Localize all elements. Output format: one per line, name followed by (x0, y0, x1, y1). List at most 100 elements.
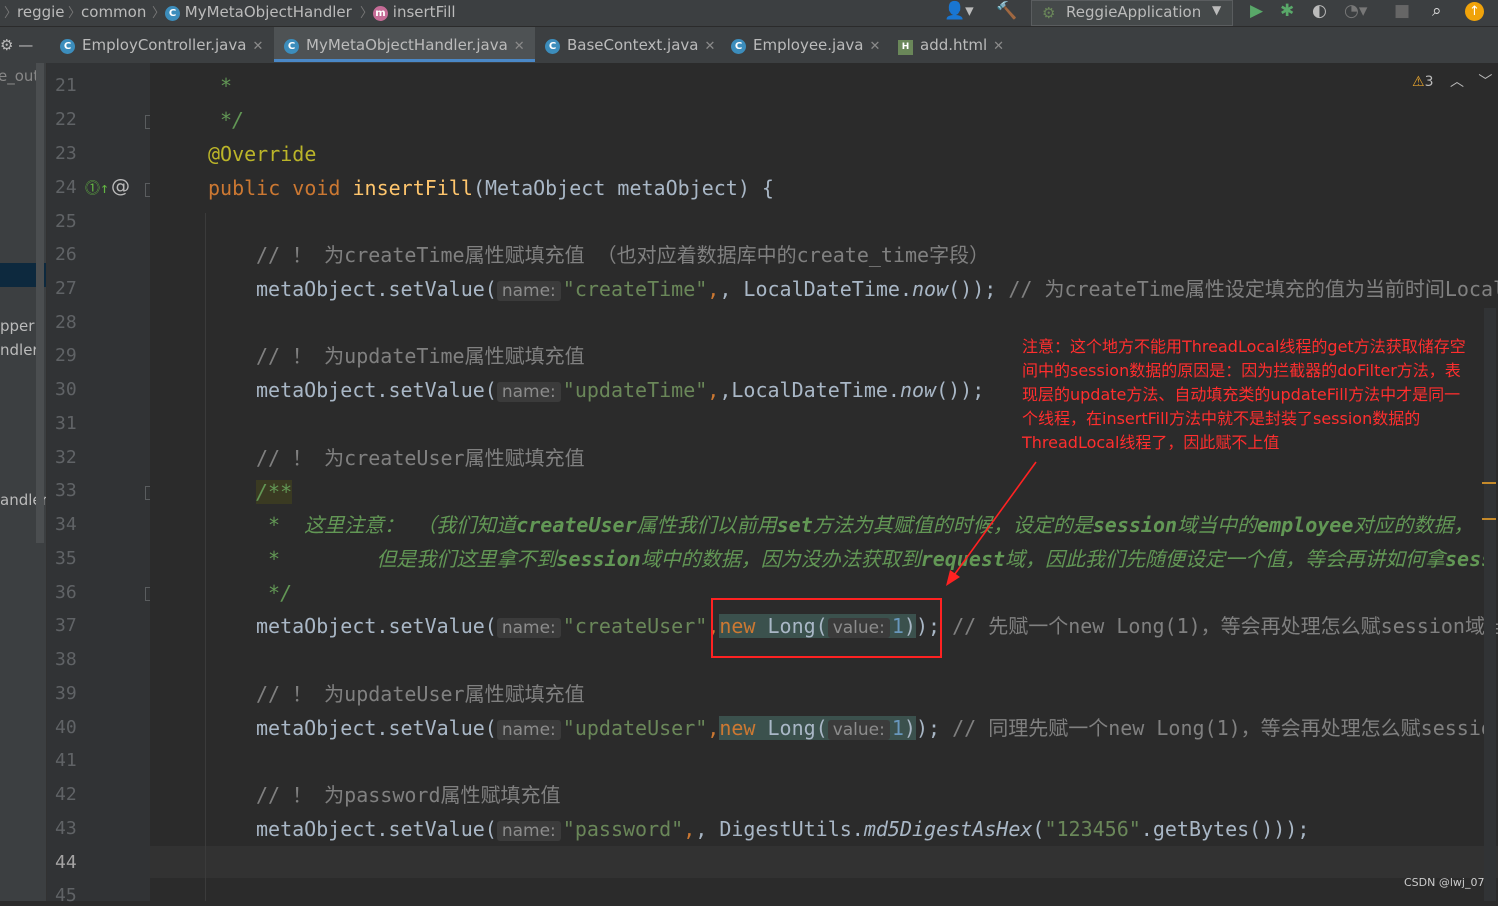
annotation-note: 注意：这个地方不能用ThreadLocal线程的get方法获取储存空 间中的se… (1022, 337, 1466, 452)
coverage-icon[interactable]: ◐ (1312, 1, 1327, 21)
debug-icon[interactable]: ✱ (1280, 1, 1294, 21)
line-number: 29 (55, 345, 77, 366)
class-icon: C (165, 6, 181, 21)
chevron-down-icon[interactable]: ﹀ (1478, 74, 1492, 90)
tab-label: add.html (920, 36, 988, 54)
tab-employ-controller[interactable]: C EmployController.java ✕ (60, 27, 263, 62)
code-line-26: // ！ 为createTime属性赋填充值 （也对应着数据库中的create_… (256, 243, 990, 267)
tab-employee[interactable]: C Employee.java ✕ (731, 27, 880, 62)
line-number: 31 (55, 413, 77, 434)
tab-label: BaseContext.java (567, 36, 699, 54)
highlight-box (711, 598, 942, 658)
code-line-21: * (220, 74, 233, 98)
class-icon: C (284, 39, 299, 54)
code-line-36: */ (256, 581, 293, 605)
class-icon: C (60, 39, 75, 54)
watermark: CSDN @lwj_07 (1404, 876, 1485, 889)
line-number: 25 (55, 211, 77, 232)
current-line-highlight (150, 846, 1498, 878)
profile-icon[interactable]: ◔▾ (1344, 1, 1367, 21)
close-icon[interactable]: ✕ (704, 39, 715, 54)
line-number: 42 (55, 784, 77, 805)
line-number: 35 (55, 548, 77, 569)
code-line-30: metaObject.setValue(name: "updateTime",,L… (256, 378, 985, 402)
html-file-icon: H (898, 40, 913, 55)
tab-base-context[interactable]: C BaseContext.java ✕ (545, 27, 715, 62)
tab-label: Employee.java (753, 36, 864, 54)
update-icon[interactable]: ↑ (1465, 2, 1484, 21)
method-icon: m (373, 6, 389, 21)
line-number: 28 (55, 312, 77, 333)
code-line-33: /** (256, 480, 293, 504)
close-icon[interactable]: ✕ (870, 39, 881, 54)
editor-tab-bar: ⚙ — C EmployController.java ✕ C MyMetaObjec… (0, 27, 1498, 64)
line-number: 27 (55, 278, 77, 299)
code-line-32: // ！ 为createUser属性赋填充值 (256, 446, 585, 470)
close-icon[interactable]: ✕ (252, 39, 263, 54)
warning-icon: ⚠ (1412, 74, 1425, 90)
user-icon[interactable]: 👤▾ (944, 1, 974, 21)
override-at-icon[interactable]: @ (111, 175, 130, 197)
line-number: 36 (55, 582, 77, 603)
breadcrumb-project[interactable]: 〉reggie (4, 2, 65, 21)
tab-label: EmployController.java (82, 36, 247, 54)
line-number: 23 (55, 143, 77, 164)
indent-guide (205, 213, 206, 901)
close-icon[interactable]: ✕ (993, 39, 1004, 54)
warning-stripe-marker[interactable] (1482, 518, 1496, 520)
implements-method-icon[interactable]: ⓵↑ (85, 177, 109, 198)
code-line-24: public void insertFill(MetaObject metaOb… (208, 176, 774, 200)
breadcrumb-package[interactable]: 〉common (68, 2, 146, 21)
tree-item[interactable]: ndler (0, 341, 39, 359)
code-line-42: // ！ 为password属性赋填充值 (256, 783, 561, 807)
class-icon: C (545, 39, 560, 54)
navigation-bar: 〉reggie 〉common 〉 C MyMetaObjectHandler 〉… (0, 0, 1498, 27)
stop-icon[interactable]: ■ (1394, 1, 1410, 21)
run-config-label: ReggieApplication (1066, 3, 1202, 21)
class-icon: C (731, 39, 746, 54)
code-line-35: * 但是我们这里拿不到session域中的数据，因为没办法获取到request域… (256, 547, 1494, 571)
line-number-current: 44 (55, 852, 77, 873)
code-line-34: * 这里注意： （我们知道createUser属性我们以前用set方法为其赋值的… (256, 513, 1474, 537)
chevron-up-icon[interactable]: ︿ (1450, 74, 1464, 90)
code-line-22: */ (220, 108, 245, 132)
code-line-29: // ！ 为updateTime属性赋填充值 (256, 344, 585, 368)
line-number: 40 (55, 717, 77, 738)
warning-count: 3 (1424, 74, 1434, 90)
inspection-widget[interactable]: ⚠3 ︿ ﹀ (1412, 71, 1492, 91)
spring-icon: ⚙ (1042, 4, 1056, 22)
tree-item[interactable]: pper (0, 317, 34, 335)
tree-item[interactable]: e_out (0, 67, 39, 85)
tab-label: MyMetaObjectHandler.java (306, 36, 508, 54)
code-editor[interactable]: * */ @Override public void insertFill(Me… (150, 63, 1498, 901)
code-line-27: metaObject.setValue(name: "createTime",, … (256, 277, 1498, 301)
line-number: 30 (55, 379, 77, 400)
build-hammer-icon[interactable]: 🔨 (996, 1, 1017, 21)
line-number: 41 (55, 750, 77, 771)
run-icon[interactable]: ▶ (1250, 1, 1263, 21)
line-number: 22 (55, 109, 77, 130)
tab-settings-icon[interactable]: ⚙ — (0, 27, 33, 62)
line-number: 39 (55, 683, 77, 704)
breadcrumb-label: MyMetaObjectHandler (184, 3, 352, 21)
code-line-39: // ！ 为updateUser属性赋填充值 (256, 682, 585, 706)
tab-add-html[interactable]: Hadd.html ✕ (898, 27, 1004, 62)
breadcrumb-class[interactable]: 〉 C MyMetaObjectHandler (152, 2, 352, 21)
breadcrumb-method[interactable]: 〉 m insertFill (360, 2, 456, 21)
line-number: 37 (55, 615, 77, 636)
close-icon[interactable]: ✕ (514, 39, 525, 54)
project-panel: e_out pper ndler andler (0, 63, 47, 901)
breadcrumb-label: common (81, 3, 147, 21)
code-line-43: metaObject.setValue(name: "password",, Di… (256, 817, 1310, 841)
line-number: 45 (55, 885, 77, 906)
line-number: 38 (55, 649, 77, 670)
tab-my-meta-object-handler[interactable]: C MyMetaObjectHandler.java ✕ (274, 27, 535, 62)
line-number: 21 (55, 75, 77, 96)
breadcrumb-label: reggie (17, 3, 65, 21)
line-number: 43 (55, 818, 77, 839)
line-number-gutter: 21 22 23 24 25 26 27 28 29 30 31 32 33 3… (47, 63, 159, 906)
warning-stripe-marker[interactable] (1482, 482, 1496, 484)
search-icon[interactable]: ⌕ (1432, 1, 1442, 21)
run-configuration-select[interactable]: ⚙ ReggieApplication ▼ (1031, 0, 1233, 26)
panel-scrollbar[interactable] (36, 63, 44, 543)
